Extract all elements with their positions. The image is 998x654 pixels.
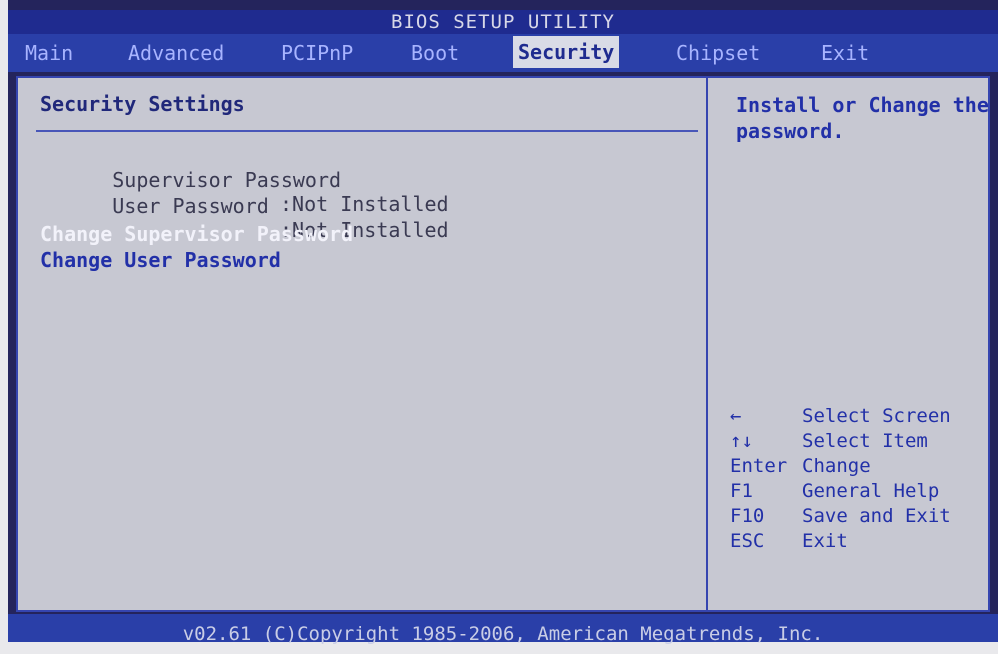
key-action: General Help (802, 480, 940, 502)
help-text: Install or Change the password. (736, 93, 989, 143)
key-action: Select Item (802, 430, 928, 452)
tab-main[interactable]: Main (20, 34, 78, 72)
tab-advanced[interactable]: Advanced (123, 34, 229, 72)
panel-divider (706, 78, 708, 610)
tab-bar: Main Advanced PCIPnP Boot Security Chips… (8, 34, 998, 72)
key-action: Save and Exit (802, 505, 951, 527)
tab-chipset[interactable]: Chipset (671, 34, 765, 72)
key-action: Exit (802, 530, 848, 552)
bios-screen: BIOS SETUP UTILITY Main Advanced PCIPnP … (8, 0, 998, 645)
tab-exit[interactable]: Exit (816, 34, 874, 72)
f10-key: F10 (730, 505, 765, 527)
key-legend-row: ← Select Screen (730, 404, 951, 429)
left-arrow-key: ← (730, 405, 742, 427)
window-title: BIOS SETUP UTILITY (8, 10, 998, 34)
supervisor-password-value: :Not Installed (280, 192, 449, 216)
change-user-password-option[interactable]: Change User Password (40, 248, 281, 272)
key-legend-row: F1 General Help (730, 479, 951, 504)
key-legend-row: ESC Exit (730, 529, 951, 554)
section-divider (36, 130, 698, 132)
user-password-label: User Password (112, 194, 269, 218)
tab-boot[interactable]: Boot (406, 34, 464, 72)
key-action: Change (802, 455, 871, 477)
copyright-footer: v02.61 (C)Copyright 1985-2006, American … (8, 614, 998, 645)
tab-security[interactable]: Security (513, 36, 620, 68)
main-panel: Security Settings Supervisor Password :N… (16, 76, 990, 612)
key-legend: ← Select Screen ↑↓ Select Item Enter Change… (730, 404, 951, 554)
key-legend-row: ↑↓ Select Item (730, 429, 951, 454)
f1-key: F1 (730, 480, 753, 502)
key-action: Select Screen (802, 405, 951, 427)
esc-key: ESC (730, 530, 765, 552)
tab-pcipnp[interactable]: PCIPnP (276, 34, 358, 72)
change-supervisor-password-option[interactable]: Change Supervisor Password (40, 222, 353, 246)
enter-key: Enter (730, 455, 788, 477)
section-title: Security Settings (40, 92, 245, 116)
key-legend-row: F10 Save and Exit (730, 504, 951, 529)
key-legend-row: Enter Change (730, 454, 951, 479)
up-down-arrow-key: ↑↓ (730, 430, 753, 452)
